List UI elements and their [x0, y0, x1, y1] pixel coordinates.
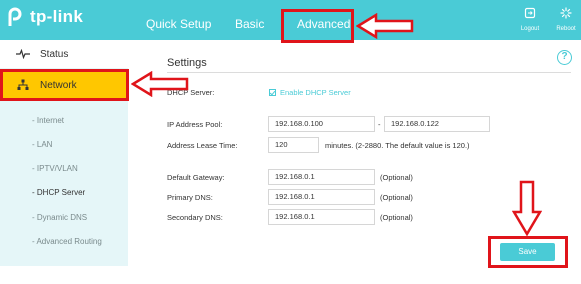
gateway-optional-note: (Optional)	[380, 173, 413, 182]
logout-button[interactable]: Logout	[515, 6, 545, 32]
save-pointer-arrow-icon	[512, 180, 542, 236]
secondary-dns-optional-note: (Optional)	[380, 213, 413, 222]
logo-text: tp-link	[30, 7, 84, 26]
sidebar-item-status[interactable]: Status	[0, 40, 128, 68]
sidebar-item-label: Status	[40, 48, 69, 60]
secondary-dns-input[interactable]: 192.168.0.1	[268, 209, 375, 225]
settings-title: Settings	[167, 57, 207, 69]
logout-label: Logout	[520, 26, 540, 32]
enable-dhcp-label: Enable DHCP Server	[280, 88, 351, 97]
ip-pool-label: IP Address Pool:	[167, 120, 223, 129]
network-pointer-arrow-icon	[131, 71, 189, 97]
default-gateway-input[interactable]: 192.168.0.1	[268, 169, 375, 185]
tp-link-logo: tp-link	[4, 6, 83, 28]
tab-basic[interactable]: Basic	[235, 17, 264, 31]
primary-dns-optional-note: (Optional)	[380, 193, 413, 202]
primary-dns-label: Primary DNS:	[167, 193, 213, 202]
router-admin-page: tp-link Quick Setup Basic Advanced Logou…	[0, 0, 581, 284]
advanced-tab-highlight	[281, 9, 354, 43]
ip-pool-start-input[interactable]: 192.168.0.100	[268, 116, 375, 132]
sidebar-subitem-iptv-vlan[interactable]: - IPTV/VLAN	[32, 164, 78, 173]
enable-dhcp-checkbox[interactable]: Enable DHCP Server	[269, 88, 351, 97]
pulse-icon	[16, 47, 30, 61]
logout-icon	[524, 7, 536, 19]
settings-divider	[167, 72, 571, 73]
lease-time-note: minutes. (2-2880. The default value is 1…	[325, 141, 470, 150]
ip-pool-end-input[interactable]: 192.168.0.122	[384, 116, 490, 132]
secondary-dns-label: Secondary DNS:	[167, 213, 223, 222]
sidebar-subitem-dhcp-server[interactable]: - DHCP Server	[32, 188, 85, 197]
sidebar-subitem-lan[interactable]: - LAN	[32, 140, 52, 149]
save-button-highlight	[488, 236, 568, 268]
tab-quick-setup[interactable]: Quick Setup	[146, 17, 211, 31]
ip-pool-separator: -	[378, 120, 381, 129]
lease-time-input[interactable]: 120	[268, 137, 319, 153]
default-gateway-label: Default Gateway:	[167, 173, 225, 182]
help-icon[interactable]: ?	[557, 50, 572, 65]
sidebar-subitem-internet[interactable]: - Internet	[32, 116, 64, 125]
sidebar-subitem-advanced-routing[interactable]: - Advanced Routing	[32, 237, 102, 246]
primary-dns-input[interactable]: 192.168.0.1	[268, 189, 375, 205]
reboot-label: Reboot	[556, 26, 576, 32]
advanced-pointer-arrow-icon	[356, 13, 414, 39]
reboot-icon	[560, 7, 572, 19]
sidebar-subitem-dynamic-dns[interactable]: - Dynamic DNS	[32, 213, 87, 222]
reboot-button[interactable]: Reboot	[551, 6, 581, 32]
tp-link-logo-icon	[4, 6, 26, 28]
checkbox-checked-icon	[269, 89, 276, 96]
lease-time-label: Address Lease Time:	[167, 141, 238, 150]
network-item-highlight	[0, 69, 129, 101]
